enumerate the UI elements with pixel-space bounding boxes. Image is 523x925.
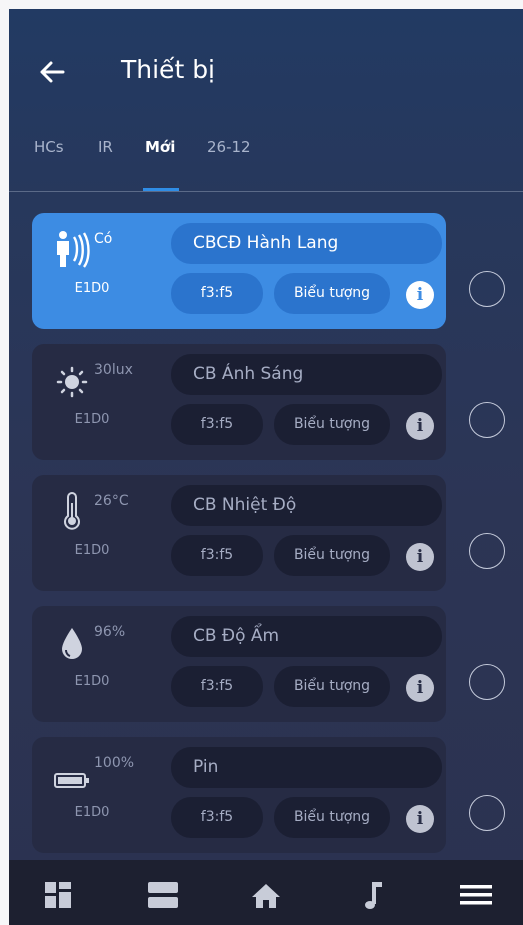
nav-music[interactable] <box>354 878 392 912</box>
nav-home[interactable] <box>247 878 285 912</box>
nav-dashboard[interactable] <box>39 878 77 912</box>
app-screen: Thiết bị HCs IR Mới 26-12 Có E1D0 CBCĐ H… <box>9 9 523 925</box>
tab-26-12[interactable]: 26-12 <box>207 137 251 157</box>
device-name-field[interactable]: CB Độ Ẩm <box>171 616 442 657</box>
select-radio[interactable] <box>469 402 505 438</box>
device-card[interactable]: 30lux E1D0 CB Ánh Sáng f3:f5 Biểu tượng … <box>32 344 446 460</box>
choose-icon-button[interactable]: Biểu tượng <box>274 535 390 576</box>
device-code: E1D0 <box>74 805 110 820</box>
water-drop-icon <box>62 628 82 659</box>
device-address-button[interactable]: f3:f5 <box>171 273 263 314</box>
device-address-button[interactable]: f3:f5 <box>171 797 263 838</box>
device-code: E1D0 <box>74 543 110 558</box>
nav-menu[interactable] <box>457 878 495 912</box>
sensor-value: Có <box>94 231 113 247</box>
dashboard-icon <box>45 882 71 908</box>
device-address-button[interactable]: f3:f5 <box>171 404 263 445</box>
select-radio[interactable] <box>469 533 505 569</box>
select-radio[interactable] <box>469 795 505 831</box>
sensor-value: 30lux <box>94 362 133 378</box>
device-name-field[interactable]: CB Ánh Sáng <box>171 354 442 395</box>
tab-ir[interactable]: IR <box>98 137 113 157</box>
battery-icon <box>54 773 89 788</box>
tab-bar: HCs IR Mới 26-12 <box>9 137 523 199</box>
device-name-field[interactable]: CB Nhiệt Độ <box>171 485 442 526</box>
tab-new[interactable]: Mới <box>145 137 175 157</box>
info-button[interactable]: i <box>406 281 434 309</box>
choose-icon-button[interactable]: Biểu tượng <box>274 273 390 314</box>
device-code: E1D0 <box>74 412 110 427</box>
select-radio[interactable] <box>469 664 505 700</box>
thermometer-icon <box>64 492 80 530</box>
back-button[interactable] <box>35 55 69 89</box>
arrow-left-icon <box>40 61 65 83</box>
device-list: Có E1D0 CBCĐ Hành Lang f3:f5 Biểu tượng … <box>9 199 523 871</box>
info-button[interactable]: i <box>406 805 434 833</box>
home-icon <box>252 884 280 908</box>
info-button[interactable]: i <box>406 674 434 702</box>
device-card[interactable]: Có E1D0 CBCĐ Hành Lang f3:f5 Biểu tượng … <box>32 213 446 329</box>
device-address-button[interactable]: f3:f5 <box>171 535 263 576</box>
sensor-value: 100% <box>94 755 135 771</box>
motion-sensor-icon <box>57 231 90 268</box>
device-code: E1D0 <box>74 281 110 296</box>
device-name-field[interactable]: CBCĐ Hành Lang <box>171 223 442 264</box>
device-card[interactable]: 100% E1D0 Pin f3:f5 Biểu tượng i <box>32 737 446 853</box>
choose-icon-button[interactable]: Biểu tượng <box>274 797 390 838</box>
choose-icon-button[interactable]: Biểu tượng <box>274 666 390 707</box>
choose-icon-button[interactable]: Biểu tượng <box>274 404 390 445</box>
device-address-button[interactable]: f3:f5 <box>171 666 263 707</box>
nav-rooms[interactable] <box>144 878 182 912</box>
header-divider <box>9 191 523 192</box>
device-card[interactable]: 96% E1D0 CB Độ Ẩm f3:f5 Biểu tượng i <box>32 606 446 722</box>
device-code: E1D0 <box>74 674 110 689</box>
device-card[interactable]: 26°C E1D0 CB Nhiệt Độ f3:f5 Biểu tượng i <box>32 475 446 591</box>
tab-hcs[interactable]: HCs <box>34 137 64 157</box>
info-button[interactable]: i <box>406 543 434 571</box>
app-header: Thiết bị HCs IR Mới 26-12 <box>9 9 523 199</box>
device-name-field[interactable]: Pin <box>171 747 442 788</box>
sensor-value: 96% <box>94 624 126 640</box>
bottom-nav <box>9 860 523 925</box>
sun-icon <box>56 366 88 398</box>
menu-icon <box>460 885 492 905</box>
select-radio[interactable] <box>469 271 505 307</box>
sensor-value: 26°C <box>94 493 129 509</box>
music-icon <box>365 882 382 909</box>
page-title: Thiết bị <box>121 55 216 84</box>
rooms-icon <box>148 882 178 908</box>
info-button[interactable]: i <box>406 412 434 440</box>
